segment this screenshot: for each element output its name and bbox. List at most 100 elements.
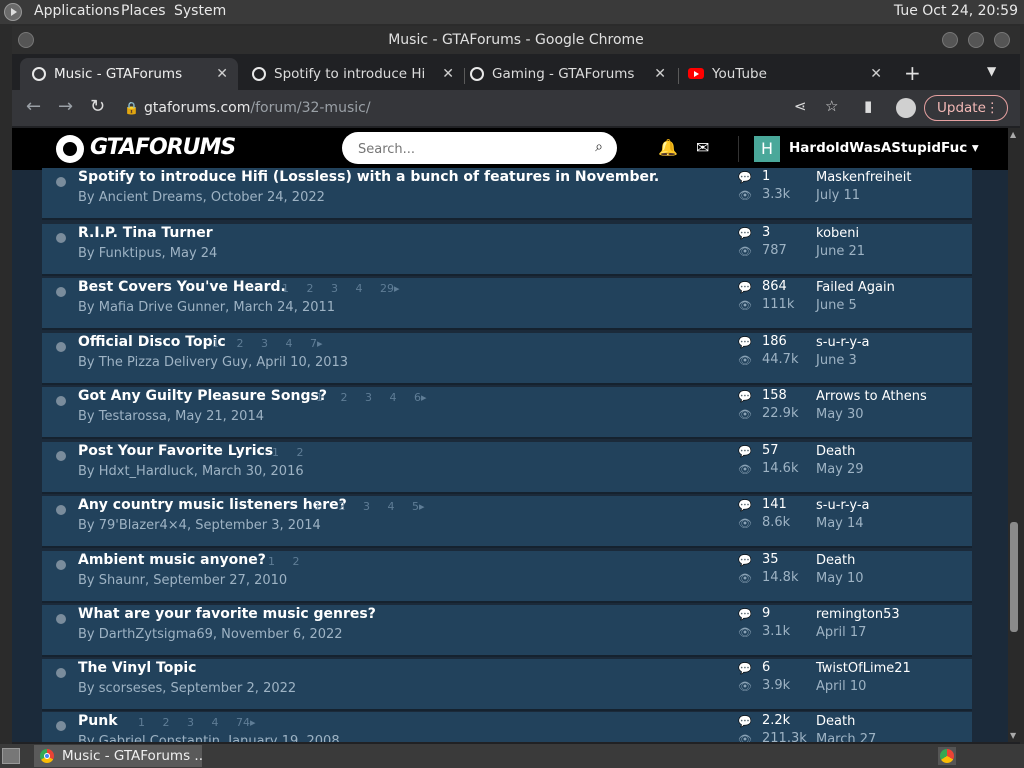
- close-tab-icon[interactable]: ✕: [870, 58, 882, 90]
- gtaforums-logo-icon[interactable]: [56, 135, 84, 163]
- tab-music-gtaforums[interactable]: Music - GTAForums ✕: [20, 58, 238, 90]
- user-menu[interactable]: HardoldWasAStupidFuc ▾: [789, 140, 979, 156]
- lock-icon[interactable]: 🔒: [124, 95, 139, 121]
- last-poster-link[interactable]: Death: [816, 553, 855, 568]
- unread-dot-icon[interactable]: [56, 560, 66, 570]
- last-post-date[interactable]: May 30: [816, 407, 864, 422]
- topic-pagination[interactable]: 1 2: [272, 446, 304, 459]
- last-poster-link[interactable]: Death: [816, 444, 855, 459]
- topic-row[interactable]: Post Your Favorite Lyrics 1 2 By Hdxt_Hard…: [42, 442, 972, 494]
- menu-applications[interactable]: Applications: [34, 3, 120, 19]
- topic-row[interactable]: Any country music listeners here? 1 2 3 4…: [42, 496, 972, 548]
- topic-pagination[interactable]: 1 2 3 4 29▸: [282, 282, 400, 295]
- topic-pagination[interactable]: 1 2 3 4 7▸: [212, 337, 323, 350]
- last-post-date[interactable]: May 14: [816, 516, 864, 531]
- topic-row[interactable]: Got Any Guilty Pleasure Songs? 1 2 3 4 6▸…: [42, 387, 972, 439]
- minimize-icon[interactable]: [942, 32, 958, 48]
- topic-pagination[interactable]: 1 2 3 4 5▸: [314, 500, 425, 513]
- close-tab-icon[interactable]: ✕: [216, 58, 228, 90]
- unread-dot-icon[interactable]: [56, 287, 66, 297]
- topic-row[interactable]: R.I.P. Tina Turner By Funktipus, May 24 💬 3…: [42, 224, 972, 276]
- last-poster-link[interactable]: s-u-r-y-a: [816, 335, 870, 350]
- last-post-date[interactable]: May 10: [816, 571, 864, 586]
- topic-title-link[interactable]: Got Any Guilty Pleasure Songs?: [78, 388, 327, 404]
- close-window-icon[interactable]: [994, 32, 1010, 48]
- profile-avatar-icon[interactable]: [896, 98, 916, 118]
- last-poster-link[interactable]: Maskenfreiheit: [816, 170, 911, 185]
- tab-gaming-gtaforums[interactable]: Gaming - GTAForums ✕: [458, 58, 676, 90]
- distro-logo-icon[interactable]: [4, 3, 22, 21]
- topic-row[interactable]: Punk 1 2 3 4 74▸ By Gabriel Constantin, Ja…: [42, 712, 972, 742]
- share-icon[interactable]: ⋖: [794, 97, 807, 115]
- topic-title-link[interactable]: What are your favorite music genres?: [78, 606, 376, 622]
- last-poster-link[interactable]: Failed Again: [816, 280, 895, 295]
- search-box[interactable]: ⌕: [342, 132, 617, 164]
- window-titlebar[interactable]: Music - GTAForums - Google Chrome: [12, 26, 1020, 54]
- scrollbar-thumb[interactable]: [1010, 522, 1018, 632]
- topic-pagination[interactable]: 1 2 3 4 74▸: [138, 716, 256, 729]
- notification-bell-icon[interactable]: 🔔: [658, 138, 678, 157]
- last-poster-link[interactable]: Arrows to Athens: [816, 389, 927, 404]
- topic-row[interactable]: The Vinyl Topic By scorseses, September 2…: [42, 659, 972, 711]
- reload-icon[interactable]: ↻: [90, 96, 105, 117]
- menu-places[interactable]: Places: [121, 3, 166, 19]
- topic-row[interactable]: Ambient music anyone? 1 2 By Shaunr, Septe…: [42, 551, 972, 603]
- last-poster-link[interactable]: remington53: [816, 607, 900, 622]
- topic-title-link[interactable]: The Vinyl Topic: [78, 660, 196, 676]
- back-icon[interactable]: ←: [26, 96, 41, 117]
- last-poster-link[interactable]: Death: [816, 714, 855, 729]
- topic-title-link[interactable]: R.I.P. Tina Turner: [78, 225, 213, 241]
- update-button[interactable]: Update ⋮: [924, 95, 1008, 121]
- topic-title-link[interactable]: Official Disco Topic: [78, 334, 226, 350]
- unread-dot-icon[interactable]: [56, 668, 66, 678]
- topic-row[interactable]: Official Disco Topic 1 2 3 4 7▸ By The Piz…: [42, 333, 972, 385]
- tab-youtube[interactable]: YouTube ✕: [678, 58, 892, 90]
- new-tab-icon[interactable]: +: [904, 61, 921, 85]
- topic-row[interactable]: Best Covers You've Heard. 1 2 3 4 29▸ By M…: [42, 278, 972, 330]
- scroll-down-icon[interactable]: ▼: [1010, 731, 1016, 740]
- window-menu-icon[interactable]: [18, 32, 34, 48]
- clock[interactable]: Tue Oct 24, 20:59: [894, 3, 1018, 19]
- close-tab-icon[interactable]: ✕: [654, 58, 666, 90]
- last-post-date[interactable]: March 27: [816, 732, 876, 742]
- unread-dot-icon[interactable]: [56, 505, 66, 515]
- last-post-date[interactable]: June 21: [816, 244, 865, 259]
- scroll-up-icon[interactable]: ▲: [1010, 130, 1016, 139]
- bookmark-star-icon[interactable]: ☆: [825, 97, 838, 115]
- search-input[interactable]: [356, 138, 580, 160]
- topic-pagination[interactable]: 1 2: [268, 555, 300, 568]
- topic-title-link[interactable]: Ambient music anyone?: [78, 552, 266, 568]
- last-post-date[interactable]: July 11: [816, 188, 860, 203]
- unread-dot-icon[interactable]: [56, 177, 66, 187]
- last-post-date[interactable]: May 29: [816, 462, 864, 477]
- last-post-date[interactable]: April 17: [816, 625, 866, 640]
- taskbar-item-chrome[interactable]: Music - GTAForums ...: [34, 745, 202, 767]
- menu-system[interactable]: System: [174, 3, 226, 19]
- messages-envelope-icon[interactable]: ✉: [696, 138, 709, 157]
- unread-dot-icon[interactable]: [56, 233, 66, 243]
- tab-spotify-hifi[interactable]: Spotify to introduce Hifi (Lo ✕: [240, 58, 464, 90]
- last-poster-link[interactable]: s-u-r-y-a: [816, 498, 870, 513]
- last-poster-link[interactable]: kobeni: [816, 226, 859, 241]
- topic-title-link[interactable]: Post Your Favorite Lyrics: [78, 443, 273, 459]
- last-post-date[interactable]: June 5: [816, 298, 857, 313]
- forward-icon[interactable]: →: [58, 96, 73, 117]
- show-desktop-icon[interactable]: [2, 748, 20, 764]
- tray-chrome-icon[interactable]: [938, 747, 956, 765]
- topic-title-link[interactable]: Best Covers You've Heard.: [78, 279, 286, 295]
- site-logo-text[interactable]: GTAFORUMS: [90, 135, 236, 160]
- unread-dot-icon[interactable]: [56, 614, 66, 624]
- last-poster-link[interactable]: TwistOfLime21: [816, 661, 911, 676]
- last-post-date[interactable]: June 3: [816, 353, 857, 368]
- unread-dot-icon[interactable]: [56, 721, 66, 731]
- last-post-date[interactable]: April 10: [816, 679, 866, 694]
- unread-dot-icon[interactable]: [56, 342, 66, 352]
- topic-row[interactable]: What are your favorite music genres? By D…: [42, 605, 972, 657]
- topic-title-link[interactable]: Any country music listeners here?: [78, 497, 347, 513]
- topic-title-link[interactable]: Spotify to introduce Hifi (Lossless) wit…: [78, 169, 659, 185]
- menu-kebab-icon[interactable]: ⋮: [986, 96, 1000, 120]
- topic-row[interactable]: Spotify to introduce Hifi (Lossless) wit…: [42, 168, 972, 220]
- topic-pagination[interactable]: 1 2 3 4 6▸: [316, 391, 427, 404]
- search-icon[interactable]: ⌕: [595, 139, 603, 155]
- address-bar[interactable]: 🔒 gtaforums.com/forum/32-music/: [120, 95, 800, 121]
